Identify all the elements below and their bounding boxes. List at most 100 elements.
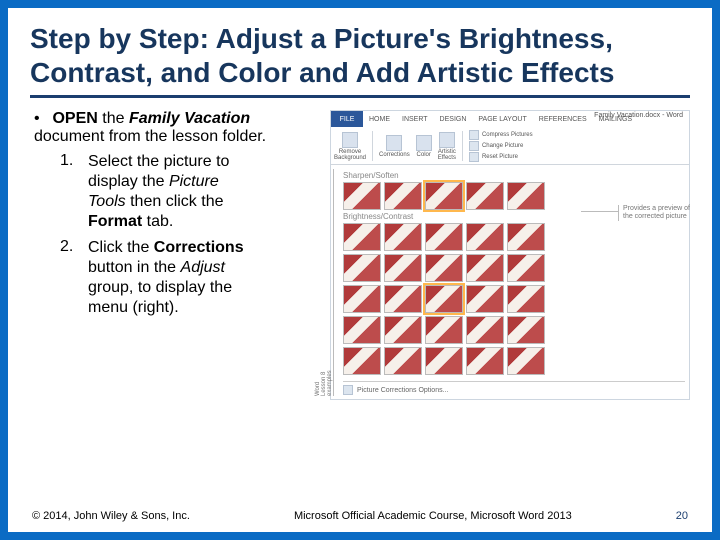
page-number: 20 (676, 510, 688, 522)
bc-thumb[interactable] (425, 347, 463, 375)
change-label: Change Picture (482, 143, 523, 149)
remove-background-icon (342, 132, 358, 148)
text-column: • OPEN the Family Vacation document from… (30, 110, 330, 400)
s2b: Corrections (154, 239, 244, 256)
bc-thumb[interactable] (343, 285, 381, 313)
s2c: button in the (88, 259, 181, 276)
step-1-num: 1. (60, 152, 88, 232)
artistic-label: Artistic Effects (438, 149, 456, 161)
remove-background-button[interactable]: Remove Background (334, 132, 366, 161)
step-2-text: Click the Corrections button in the Adju… (88, 238, 258, 318)
bc-thumb[interactable] (466, 254, 504, 282)
steps-list: 1. Select the picture to display the Pic… (60, 152, 322, 318)
step-1-text: Select the picture to display the Pictur… (88, 152, 258, 232)
color-button[interactable]: Color (416, 135, 432, 158)
bc-thumb[interactable] (384, 316, 422, 344)
corrections-button[interactable]: Corrections (379, 135, 410, 158)
reset-icon (469, 152, 479, 162)
bc-thumb[interactable] (466, 347, 504, 375)
s1e: tab. (142, 213, 173, 230)
footer: © 2014, John Wiley & Sons, Inc. Microsof… (32, 510, 688, 522)
gallery-section-sharpen: Sharpen/Soften (343, 171, 685, 180)
bc-thumb[interactable] (507, 316, 545, 344)
body: • OPEN the Family Vacation document from… (30, 110, 690, 400)
bc-thumb[interactable] (466, 285, 504, 313)
s1d: Format (88, 213, 142, 230)
bc-thumb[interactable] (507, 254, 545, 282)
remove-bg-label: Remove Background (334, 149, 366, 161)
change-picture-button[interactable]: Change Picture (469, 141, 533, 151)
ribbon-stack: Compress Pictures Change Picture Reset P… (469, 130, 533, 162)
separator-icon (372, 131, 373, 161)
tab-insert[interactable]: INSERT (396, 111, 434, 127)
s2d: Adjust (181, 259, 225, 276)
bullet-icon: • (34, 110, 48, 128)
s2a: Click the (88, 239, 154, 256)
reset-picture-button[interactable]: Reset Picture (469, 152, 533, 162)
bc-thumb[interactable] (425, 223, 463, 251)
brightness-grid (343, 223, 685, 375)
tab-design[interactable]: DESIGN (434, 111, 473, 127)
bc-thumb[interactable] (343, 347, 381, 375)
bc-thumb[interactable] (384, 223, 422, 251)
bc-thumb[interactable] (507, 223, 545, 251)
vertical-label: Word Lesson 8 examples (315, 371, 333, 397)
picture-corrections-options[interactable]: Picture Corrections Options... (343, 381, 685, 398)
open-t4: document from the lesson folder. (34, 128, 266, 145)
bc-thumb[interactable] (507, 285, 545, 313)
bc-thumb[interactable] (425, 316, 463, 344)
color-icon (416, 135, 432, 151)
callout-line-icon (581, 211, 619, 212)
ribbon: Remove Background Corrections Color Arti… (331, 127, 689, 165)
bc-thumb[interactable] (343, 223, 381, 251)
reset-label: Reset Picture (482, 154, 518, 160)
bc-thumb[interactable] (507, 347, 545, 375)
figure-column: Family Vacation.docx - Word FILE HOME IN… (330, 110, 690, 400)
slide: Step by Step: Adjust a Picture's Brightn… (0, 0, 720, 540)
bc-thumb[interactable] (466, 223, 504, 251)
sharpen-thumb[interactable] (466, 182, 504, 210)
doc-name: Family Vacation (129, 110, 250, 127)
sharpen-thumb[interactable] (507, 182, 545, 210)
callout-text: Provides a preview of the corrected pict… (618, 205, 690, 220)
tab-file[interactable]: FILE (331, 111, 363, 127)
bc-thumb[interactable] (343, 254, 381, 282)
compress-pictures-button[interactable]: Compress Pictures (469, 130, 533, 140)
tab-pagelayout[interactable]: PAGE LAYOUT (472, 111, 532, 127)
step-2-num: 2. (60, 238, 88, 318)
compress-label: Compress Pictures (482, 132, 533, 138)
artistic-icon (439, 132, 455, 148)
s1c: then click the (126, 193, 224, 210)
s2e: group, to display the menu (right). (88, 279, 232, 316)
sharpen-thumb-selected[interactable] (425, 182, 463, 210)
corrections-label: Corrections (379, 152, 410, 158)
open-line: • OPEN the Family Vacation document from… (34, 110, 322, 146)
bc-thumb[interactable] (384, 347, 422, 375)
bc-thumb[interactable] (466, 316, 504, 344)
step-2: 2. Click the Corrections button in the A… (60, 238, 322, 318)
sharpen-thumb[interactable] (343, 182, 381, 210)
course-name: Microsoft Official Academic Course, Micr… (294, 510, 572, 522)
word-window: Family Vacation.docx - Word FILE HOME IN… (330, 110, 690, 400)
open-t2: the (98, 110, 129, 127)
options-label: Picture Corrections Options... (357, 387, 448, 394)
bc-thumb[interactable] (384, 254, 422, 282)
bc-thumb[interactable] (384, 285, 422, 313)
step-1: 1. Select the picture to display the Pic… (60, 152, 322, 232)
bc-thumb-selected[interactable] (425, 285, 463, 313)
copyright: © 2014, John Wiley & Sons, Inc. (32, 510, 190, 522)
artistic-effects-button[interactable]: Artistic Effects (438, 132, 456, 161)
options-icon (343, 385, 353, 395)
tab-references[interactable]: REFERENCES (533, 111, 593, 127)
color-label: Color (417, 152, 431, 158)
change-icon (469, 141, 479, 151)
corrections-gallery: Word Lesson 8 examples Sharpen/Soften Br… (331, 165, 689, 400)
vertical-ruler-icon: Word Lesson 8 examples (333, 169, 341, 396)
bc-thumb[interactable] (343, 316, 381, 344)
sharpen-thumb[interactable] (384, 182, 422, 210)
bc-thumb[interactable] (425, 254, 463, 282)
tab-home[interactable]: HOME (363, 111, 396, 127)
separator-icon-2 (462, 131, 463, 161)
compress-icon (469, 130, 479, 140)
window-title: Family Vacation.docx - Word (594, 112, 683, 119)
